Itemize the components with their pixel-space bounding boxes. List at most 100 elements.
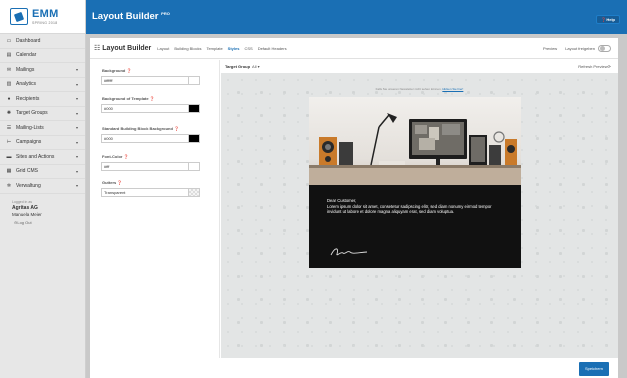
sidebar-item-label: Verwaltung	[16, 182, 41, 189]
chevron-down-icon: ▾	[75, 96, 78, 102]
gear-icon: ✲	[6, 182, 12, 189]
sidebar-nav: ▭ Dashboard ▤ Calendar ✉ Mailings ▾ ▥ Analytics ▾…	[0, 34, 85, 194]
pro-badge: PRO	[161, 11, 170, 16]
preview-note-link[interactable]: klicken Sie hier!	[442, 87, 463, 91]
chevron-down-icon: ▾	[75, 81, 78, 87]
sidebar-item-grid-cms[interactable]: ▦ Grid CMS ▾	[0, 165, 85, 179]
preview-button[interactable]: Preview	[543, 46, 557, 51]
list-icon: ☰	[6, 124, 12, 131]
sidebar-item-label: Mailings	[16, 66, 35, 73]
sidebar-item-calendar[interactable]: ▤ Calendar	[0, 49, 85, 63]
logout-button[interactable]: ⊖Log Out	[14, 220, 85, 225]
layout-builder-icon: ☷	[94, 45, 101, 52]
sidebar-item-label: Mailing-Lists	[16, 124, 44, 131]
sidebar-item-dashboard[interactable]: ▭ Dashboard	[0, 34, 85, 49]
target-group-select[interactable]: All ▾	[252, 64, 260, 69]
envelope-icon: ✉	[6, 66, 12, 73]
gutters-label: Gutters ❓	[102, 180, 123, 185]
chevron-down-icon: ▾	[75, 183, 78, 189]
user-icon: ●	[7, 95, 11, 102]
freeze-layout-label: Layout freigeben	[565, 45, 595, 51]
sidebar-item-mailing-lists[interactable]: ☰ Mailing-Lists ▾	[0, 121, 85, 136]
grid-icon: ▦	[6, 168, 12, 175]
sidebar-item-label: Dashboard	[16, 37, 41, 44]
top-header: Layout Builder PRO ❓Help	[86, 0, 627, 34]
chevron-down-icon: ▾	[75, 67, 78, 73]
preview-header: Target Group All ▾ Refresh Preview⟳	[221, 60, 618, 72]
tab-default-headers[interactable]: Default Headers	[258, 46, 287, 51]
dashboard-icon: ▭	[6, 37, 12, 44]
gutters-color-swatch[interactable]	[188, 188, 200, 197]
sidebar-item-label: Analytics	[16, 81, 37, 88]
sidebar-item-target-groups[interactable]: ✺ Target Groups ▾	[0, 107, 85, 121]
save-button[interactable]: Speichern	[578, 362, 609, 376]
calendar-icon: ▤	[6, 52, 12, 59]
tab-css[interactable]: CSS	[244, 46, 252, 51]
login-caption: Logged in as	[12, 199, 33, 204]
signature-image	[329, 245, 369, 261]
styles-form: Background ❓ #ffffff Background of Templat…	[90, 60, 220, 358]
sites-icon: ▬	[6, 153, 12, 160]
font-color-label: Font-Color ❓	[102, 154, 129, 159]
sidebar: EMM SPRING 2018 ▭ Dashboard ▤ Calendar ✉ Mail…	[0, 0, 86, 378]
sidebar-item-label: Calendar	[16, 52, 37, 59]
sidebar-item-verwaltung[interactable]: ✲ Verwaltung ▾	[0, 179, 85, 194]
chevron-down-icon: ▾	[75, 168, 78, 174]
refresh-preview-button[interactable]: Refresh Preview⟳	[578, 64, 611, 69]
freeze-layout-toggle[interactable]	[598, 44, 611, 52]
sidebar-item-recipients[interactable]: ● Recipients ▾	[0, 92, 85, 107]
sidebar-item-label: Campaigns	[16, 139, 42, 146]
tab-template[interactable]: Template	[206, 46, 222, 51]
login-info: Logged in as Agritas AG Manuela Meier ⊖L…	[0, 194, 85, 225]
block-background-color-swatch[interactable]	[188, 134, 200, 143]
template-background-label: Background of Template ❓	[102, 96, 155, 101]
chevron-down-icon: ▾	[75, 125, 78, 131]
campaigns-icon: ⊢	[6, 139, 12, 146]
block-background-label: Standard Building Block Background ❓	[102, 126, 179, 131]
brand-edition: SPRING 2018	[32, 20, 58, 25]
sidebar-item-label: Grid CMS	[16, 168, 38, 175]
background-label: Background ❓	[102, 68, 132, 73]
logo-icon	[10, 8, 28, 25]
preview-canvas: Falls Sie unseren Newsletter nicht sehen…	[221, 73, 618, 358]
chevron-down-icon: ▾	[75, 154, 78, 160]
block-background-input[interactable]: #000	[101, 134, 200, 143]
help-button[interactable]: ❓Help	[596, 15, 620, 24]
tab-building-blocks[interactable]: Building Blocks	[174, 46, 201, 51]
main-panel: ☷ Layout Builder Layout Building Blocks …	[90, 38, 618, 378]
tab-layout[interactable]: Layout	[157, 46, 169, 51]
template-background-color-swatch[interactable]	[188, 104, 200, 113]
tab-styles[interactable]: Styles	[228, 46, 240, 51]
sidebar-item-label: Target Groups	[16, 110, 48, 117]
chevron-down-icon: ▾	[75, 110, 78, 116]
sidebar-item-label: Sites and Actions	[16, 153, 55, 160]
preview-note-text: Falls Sie unseren Newsletter nicht sehen…	[375, 87, 442, 91]
target-group-label: Target Group	[225, 63, 251, 69]
gutters-input[interactable]: Transparent	[101, 188, 200, 197]
background-input[interactable]: #ffffff	[101, 76, 200, 85]
app-title-text: Layout Builder	[92, 11, 159, 23]
sidebar-item-campaigns[interactable]: ⊢ Campaigns ▾	[0, 136, 85, 150]
email-body: Dear Customer, Lorem ipsum dolor sit ame…	[309, 185, 521, 215]
font-color-input[interactable]: #fff	[101, 162, 200, 171]
sidebar-item-mailings[interactable]: ✉ Mailings ▾	[0, 63, 85, 78]
sidebar-item-analytics[interactable]: ▥ Analytics ▾	[0, 78, 85, 92]
email-body-text: Lorem ipsum dolor sit amet, consetetur s…	[327, 203, 492, 215]
builder-toolbar: ☷ Layout Builder Layout Building Blocks …	[90, 38, 618, 59]
brand-name: EMM	[32, 7, 59, 20]
app-title: Layout Builder PRO	[92, 11, 170, 22]
sidebar-item-label: Recipients	[16, 95, 40, 102]
logo[interactable]: EMM SPRING 2018	[0, 0, 85, 34]
login-user: Manuela Meier	[12, 211, 42, 217]
font-color-color-swatch[interactable]	[188, 162, 200, 171]
template-background-input[interactable]: #000	[101, 104, 200, 113]
background-color-swatch[interactable]	[188, 76, 200, 85]
chevron-down-icon: ▾	[75, 139, 78, 145]
preview-note: Falls Sie unseren Newsletter nicht sehen…	[221, 87, 618, 91]
login-company: Agritas AG	[12, 204, 38, 211]
header-image	[309, 97, 521, 185]
analytics-icon: ▥	[6, 81, 12, 88]
sidebar-item-sites-and-actions[interactable]: ▬ Sites and Actions ▾	[0, 150, 85, 165]
toolbar-title: Layout Builder	[102, 44, 152, 52]
target-groups-icon: ✺	[6, 110, 12, 117]
